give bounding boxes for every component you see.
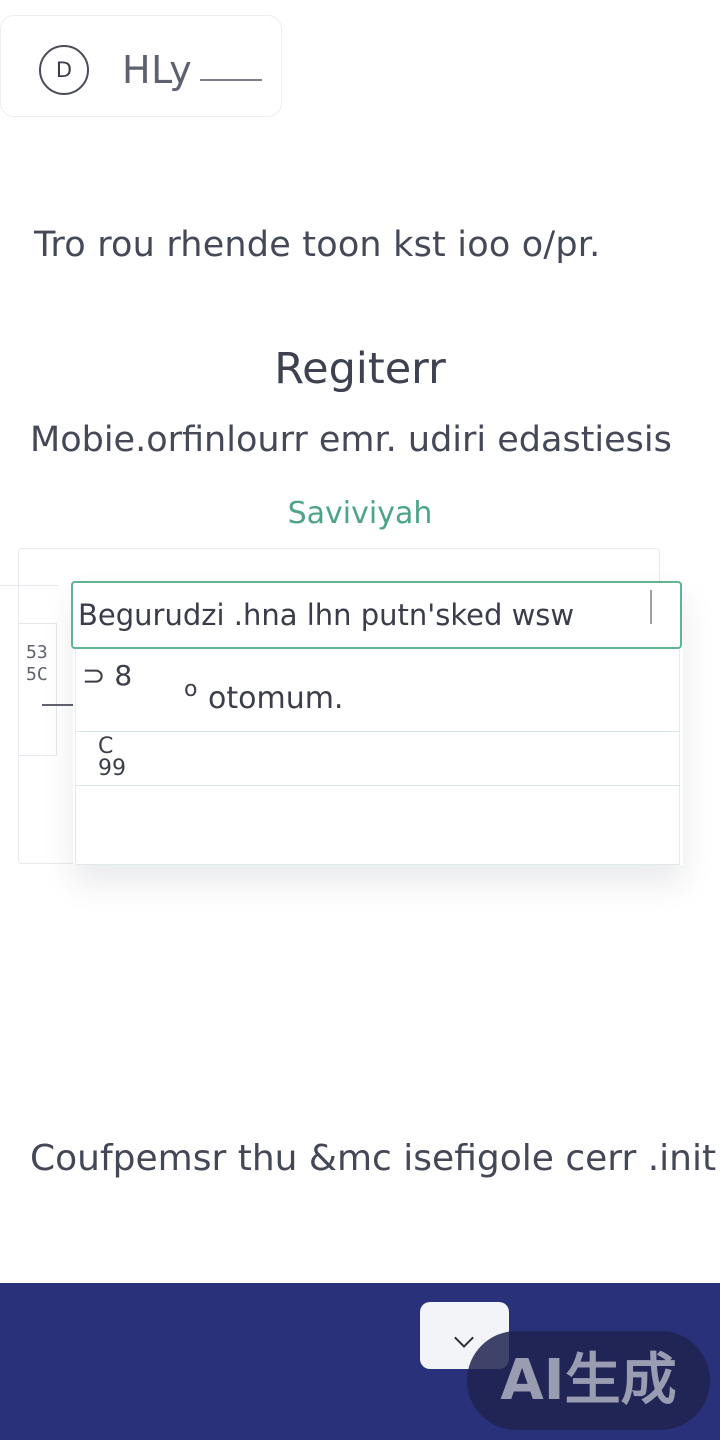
status-label: Saviviyah: [287, 496, 433, 531]
option-label: C 99: [98, 734, 126, 781]
text-cursor: [650, 590, 652, 624]
ai-generated-watermark: AI生成: [467, 1331, 710, 1430]
dropdown-option[interactable]: ⊃ 8 o otomum.: [75, 649, 680, 732]
dropdown-option[interactable]: [75, 786, 680, 865]
page-subtitle: Mobie.orfinlourr emr. udiri edastiesis: [30, 420, 672, 460]
search-input[interactable]: [71, 581, 682, 649]
option-label: otomum.: [208, 681, 344, 716]
footer-text: Coufpemsr thu &mc isefigole cerr .init: [30, 1138, 717, 1179]
intro-text: Tro rou rhende toon kst ioo o/pr.: [34, 225, 601, 265]
dropdown-option[interactable]: C 99: [75, 732, 680, 786]
side-marks: 53 5C: [26, 642, 48, 685]
option-symbol-icon: ⊃ 8: [82, 659, 133, 692]
logo-letter: D: [55, 58, 73, 82]
logo-icon[interactable]: D: [39, 45, 89, 95]
option-dot-icon: o: [184, 677, 198, 702]
page-title: Regiterr: [274, 344, 446, 394]
chevron-down-icon: [454, 1328, 474, 1348]
title-underline: [200, 79, 262, 81]
panel-divider: [0, 585, 58, 586]
header-title: HLy: [122, 48, 193, 92]
